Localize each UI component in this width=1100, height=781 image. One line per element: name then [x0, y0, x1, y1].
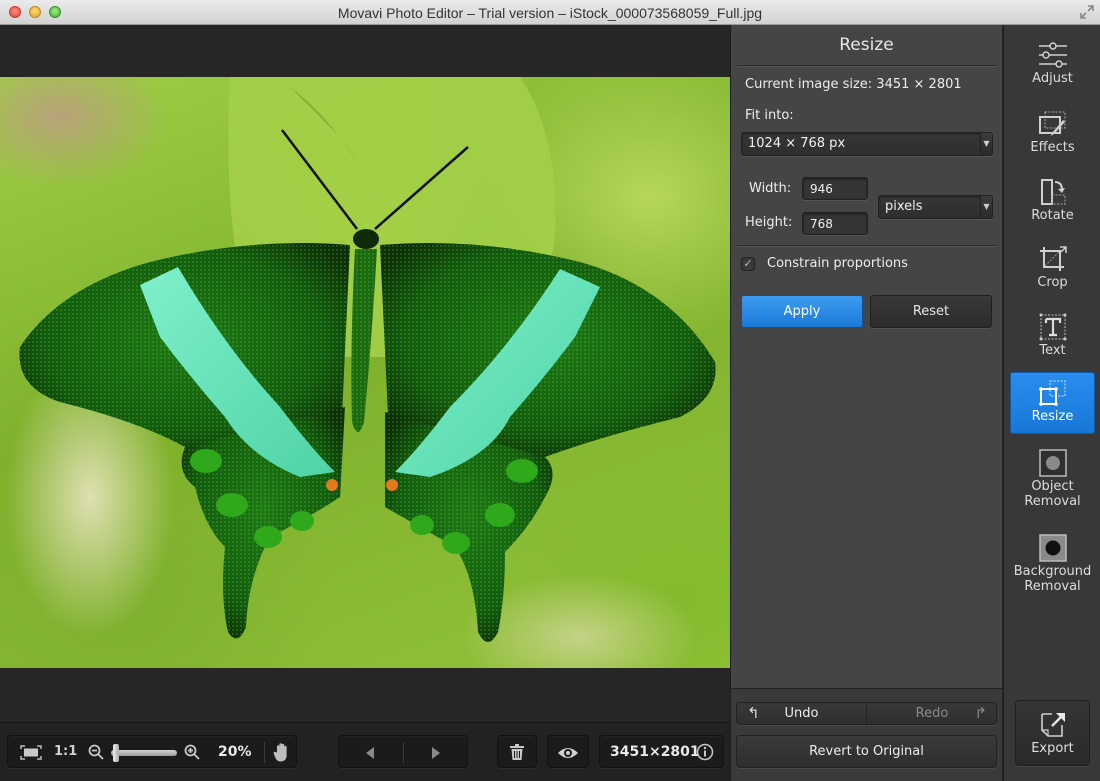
- zoom-in-icon[interactable]: [184, 744, 200, 760]
- fit-to-screen-icon[interactable]: [20, 745, 42, 760]
- tool-object-removal[interactable]: Object Removal: [1010, 449, 1095, 519]
- tool-background-removal[interactable]: Background Removal: [1010, 534, 1095, 604]
- properties-panel: Resize Current image size: 3451 × 2801 F…: [730, 25, 1003, 781]
- unit-value: pixels: [885, 199, 923, 214]
- tool-label: Adjust: [1032, 71, 1073, 86]
- tool-label-line2: Removal: [1024, 494, 1081, 509]
- tool-adjust[interactable]: Adjust: [1010, 41, 1095, 97]
- apply-button[interactable]: Apply: [741, 295, 863, 328]
- current-size-label: Current image size: 3451 × 2801: [745, 77, 962, 92]
- canvas-area[interactable]: [0, 25, 730, 722]
- eye-icon: [557, 745, 579, 759]
- tool-rotate[interactable]: Rotate: [1010, 178, 1095, 234]
- unit-select[interactable]: pixels ▼: [878, 195, 993, 219]
- checkmark-icon: ✓: [743, 257, 753, 270]
- panel-title: Resize: [839, 35, 894, 55]
- zoom-slider-thumb[interactable]: [113, 744, 119, 762]
- window-title: Movavi Photo Editor – Trial version – iS…: [337, 5, 763, 21]
- undo-arrow-icon: ↰: [747, 704, 760, 722]
- fit-into-value: 1024 × 768 px: [748, 136, 846, 151]
- hand-pan-icon[interactable]: [273, 742, 291, 762]
- export-button[interactable]: Export: [1015, 700, 1090, 766]
- width-input[interactable]: 946: [802, 177, 868, 200]
- revert-to-original-button[interactable]: Revert to Original: [736, 735, 997, 768]
- tool-label: Text: [1039, 343, 1066, 358]
- divider: [737, 65, 996, 66]
- reset-button[interactable]: Reset: [870, 295, 992, 328]
- preview-original-button[interactable]: [547, 735, 589, 768]
- tool-crop[interactable]: Crop: [1010, 245, 1095, 301]
- tools-sidebar: Adjust Effects Rotate Crop Text Resize O…: [1003, 25, 1100, 781]
- text-icon: [1039, 313, 1066, 341]
- redo-button[interactable]: Redo ↱: [867, 703, 997, 724]
- zoom-slider-track[interactable]: [111, 750, 177, 756]
- tool-resize[interactable]: Resize: [1010, 372, 1095, 434]
- tool-label-line1: Background: [1013, 564, 1092, 579]
- tool-label-line1: Object: [1031, 479, 1074, 494]
- trash-icon: [509, 743, 525, 761]
- image-navigation: [338, 735, 468, 768]
- bottom-toolbar: 1:1 20% 3451×2801: [0, 722, 730, 781]
- undo-redo-group: ↰ Undo Redo ↱: [736, 702, 997, 725]
- history-controls: ↰ Undo Redo ↱ Revert to Original: [731, 688, 1002, 781]
- constrain-proportions-label[interactable]: Constrain proportions: [767, 256, 908, 271]
- crop-icon: [1039, 246, 1067, 271]
- width-label: Width:: [749, 181, 792, 196]
- image-dimensions: 3451×2801: [610, 744, 700, 760]
- object-removal-icon: [1038, 449, 1067, 477]
- tool-label: Crop: [1037, 275, 1068, 290]
- fit-into-label: Fit into:: [745, 108, 794, 123]
- divider: [403, 742, 404, 763]
- tool-label-line2: Removal: [1024, 579, 1081, 594]
- image-info: 3451×2801: [599, 735, 724, 768]
- undo-button[interactable]: ↰ Undo: [737, 703, 867, 724]
- zoom-percent: 20%: [218, 744, 252, 760]
- tool-label: Resize: [1031, 409, 1074, 424]
- export-icon: [1040, 713, 1065, 737]
- next-arrow-icon[interactable]: [429, 745, 443, 759]
- actual-size-button[interactable]: 1:1: [54, 744, 77, 759]
- constrain-proportions-checkbox[interactable]: ✓: [741, 257, 755, 271]
- fullscreen-arrows-icon[interactable]: [1080, 5, 1094, 19]
- fit-into-select[interactable]: 1024 × 768 px ▼: [741, 132, 993, 156]
- butterfly-head: [353, 229, 379, 249]
- info-icon[interactable]: [696, 743, 714, 761]
- tool-label: Effects: [1030, 140, 1075, 155]
- effects-brush-icon: [1038, 111, 1065, 136]
- redo-label: Redo: [915, 706, 949, 721]
- resize-icon: [1038, 380, 1065, 406]
- photo-preview[interactable]: [0, 77, 730, 668]
- height-label: Height:: [745, 215, 793, 230]
- redo-arrow-icon: ↱: [974, 704, 987, 722]
- butterfly-image: [19, 77, 716, 642]
- chevron-down-icon: ▼: [980, 196, 992, 218]
- undo-label: Undo: [784, 706, 819, 721]
- tool-label: Rotate: [1031, 208, 1074, 223]
- export-label: Export: [1031, 741, 1074, 756]
- zoom-controls: 1:1 20%: [7, 735, 297, 768]
- tool-effects[interactable]: Effects: [1010, 110, 1095, 166]
- title-bar: Movavi Photo Editor – Trial version – iS…: [0, 0, 1100, 25]
- divider: [264, 742, 265, 763]
- tool-text[interactable]: Text: [1010, 313, 1095, 369]
- height-input[interactable]: 768: [802, 212, 868, 235]
- prev-arrow-icon[interactable]: [363, 745, 377, 759]
- rotate-icon: [1040, 179, 1065, 205]
- zoom-out-icon[interactable]: [88, 744, 104, 760]
- divider: [737, 245, 996, 246]
- background-removal-icon: [1038, 534, 1067, 562]
- delete-button[interactable]: [497, 735, 537, 768]
- chevron-down-icon: ▼: [980, 133, 992, 155]
- sliders-icon: [1038, 42, 1067, 68]
